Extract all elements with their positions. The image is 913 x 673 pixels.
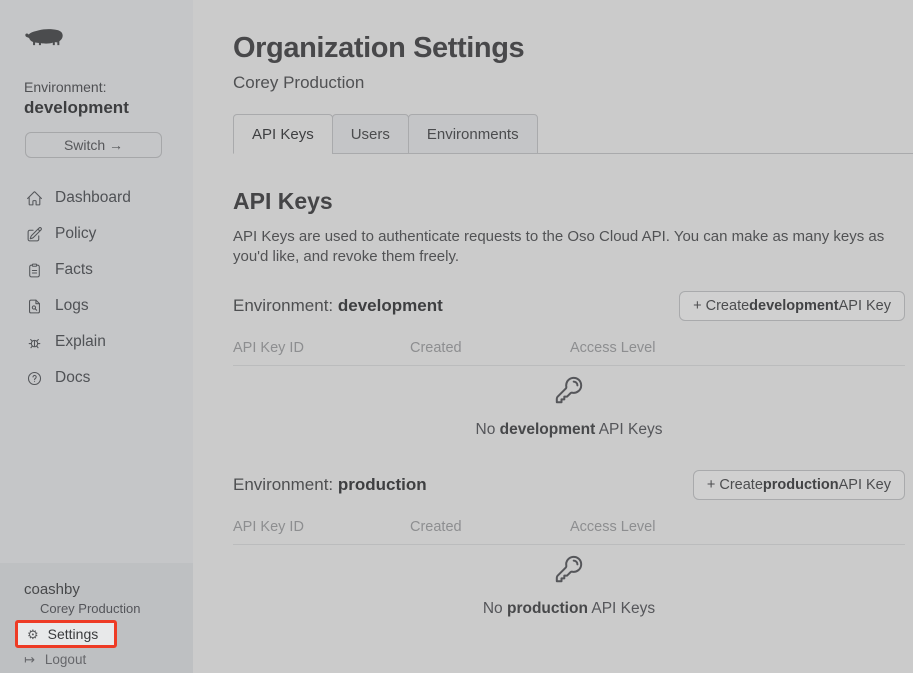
tab-environments[interactable]: Environments (408, 114, 538, 154)
settings-button[interactable]: ⚙ Settings (15, 620, 117, 648)
page-title: Organization Settings (233, 32, 524, 65)
bug-icon (26, 334, 43, 351)
sidebar-item-explain[interactable]: Explain (0, 324, 193, 360)
document-search-icon (26, 298, 43, 315)
column-api-key-id: API Key ID (233, 340, 410, 356)
sidebar-item-docs[interactable]: Docs (0, 360, 193, 396)
key-icon (554, 375, 584, 405)
development-empty-text: No development API Keys (233, 421, 905, 439)
tab-api-keys[interactable]: API Keys (233, 114, 333, 154)
pencil-square-icon (26, 226, 43, 243)
column-access-level: Access Level (570, 340, 905, 356)
main-content: Organization Settings Corey Production A… (193, 0, 913, 673)
key-icon (554, 554, 584, 584)
sidebar-item-label: Docs (55, 369, 90, 387)
column-api-key-id: API Key ID (233, 519, 410, 535)
question-circle-icon (26, 370, 43, 387)
sidebar-footer: coashby Corey Production ⚙ Settings ↦ Lo… (0, 563, 193, 673)
create-development-api-key-button[interactable]: + Create development API Key (679, 291, 905, 321)
development-table-header: API Key ID Created Access Level (233, 340, 905, 366)
sidebar-item-label: Policy (55, 225, 96, 243)
username: coashby (24, 581, 80, 598)
settings-annotation-box: ⚙ Settings (15, 620, 117, 648)
production-table-header: API Key ID Created Access Level (233, 519, 905, 545)
sidebar-nav: Dashboard Policy Facts Logs Explain Docs (0, 180, 193, 396)
sidebar-item-label: Logs (55, 297, 89, 315)
sidebar-item-logs[interactable]: Logs (0, 288, 193, 324)
tab-users[interactable]: Users (332, 114, 409, 154)
switch-environment-button[interactable]: Switch → (25, 132, 162, 158)
sidebar: Environment: development Switch → Dashbo… (0, 0, 193, 673)
settings-label: Settings (48, 626, 99, 642)
environment-value: development (24, 98, 129, 118)
development-empty-state: No development API Keys (233, 375, 905, 439)
sidebar-item-label: Explain (55, 333, 106, 351)
organization-name: Corey Production (40, 601, 140, 616)
sidebar-item-policy[interactable]: Policy (0, 216, 193, 252)
production-empty-state: No production API Keys (233, 554, 905, 618)
env-production-heading: Environment: production (233, 475, 427, 495)
column-created: Created (410, 340, 570, 356)
gear-icon: ⚙ (27, 628, 39, 641)
sidebar-item-label: Dashboard (55, 189, 131, 207)
oso-bear-logo (24, 24, 64, 49)
api-keys-description: API Keys are used to authenticate reques… (233, 227, 903, 267)
column-access-level: Access Level (570, 519, 905, 535)
env-development-heading: Environment: development (233, 296, 443, 316)
page-subtitle: Corey Production (233, 73, 364, 93)
logout-label: Logout (45, 652, 86, 667)
logout-button[interactable]: ↦ Logout (24, 652, 86, 667)
clipboard-icon (26, 262, 43, 279)
sidebar-item-label: Facts (55, 261, 93, 279)
api-keys-heading: API Keys (233, 188, 333, 215)
production-empty-text: No production API Keys (233, 600, 905, 618)
environment-label: Environment: (24, 79, 106, 95)
home-icon (26, 190, 43, 207)
sidebar-item-dashboard[interactable]: Dashboard (0, 180, 193, 216)
sidebar-item-facts[interactable]: Facts (0, 252, 193, 288)
tab-bar: API Keys Users Environments (233, 114, 537, 154)
create-production-api-key-button[interactable]: + Create production API Key (693, 470, 905, 500)
column-created: Created (410, 519, 570, 535)
app-window: Environment: development Switch → Dashbo… (0, 0, 913, 673)
logout-icon: ↦ (24, 653, 35, 666)
